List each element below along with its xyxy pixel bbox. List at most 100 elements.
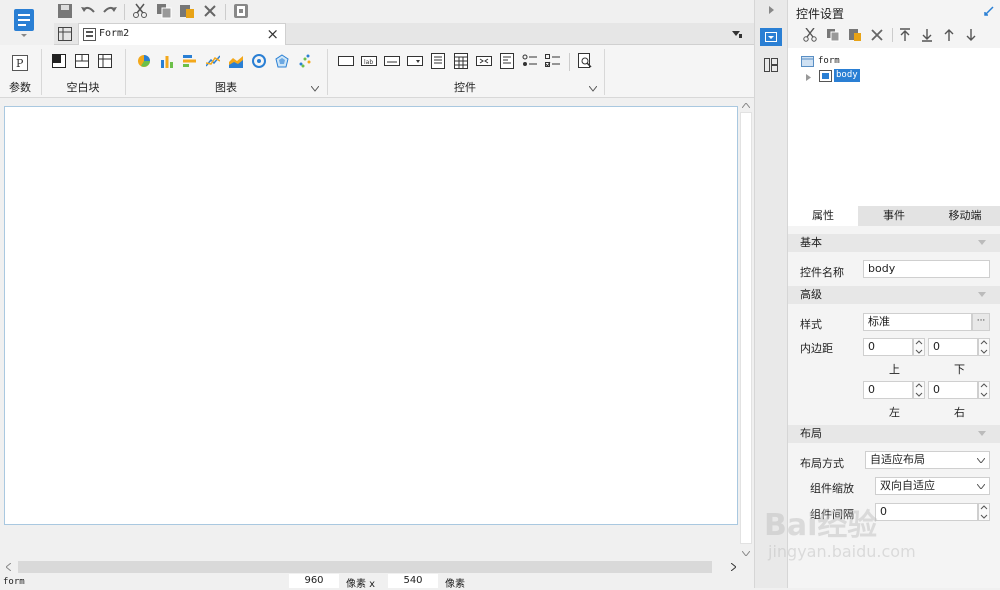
radio-group-control-icon[interactable] <box>521 52 539 70</box>
padding-top-input[interactable]: 0 <box>863 338 913 356</box>
gauge-chart-icon[interactable] <box>250 52 268 70</box>
move-bottom-icon[interactable] <box>919 27 935 43</box>
area-chart-icon[interactable] <box>227 52 245 70</box>
padding-left-input[interactable]: 0 <box>863 381 913 399</box>
scroll-down-icon[interactable] <box>741 548 751 558</box>
param-button[interactable]: P <box>11 54 29 72</box>
section-layout[interactable]: 布局 <box>788 425 1000 443</box>
control-group-label: 控件 <box>454 81 476 94</box>
scatter-chart-icon[interactable] <box>296 52 314 70</box>
widget-settings-tab-icon[interactable] <box>760 28 782 46</box>
widget-name-input[interactable]: body <box>863 260 990 278</box>
canvas-width-input[interactable]: 960 <box>289 574 339 588</box>
delete-icon[interactable] <box>200 2 220 20</box>
layout-mode-select[interactable]: 自适应布局 <box>865 451 990 469</box>
status-bar: form 960 像素 x 540 像素 <box>0 574 788 590</box>
chevron-down-icon[interactable] <box>310 84 320 94</box>
section-advanced[interactable]: 高级 <box>788 286 1000 304</box>
delete-icon[interactable] <box>869 27 885 43</box>
padding-left-caption: 左 <box>889 406 900 419</box>
grid-icon[interactable] <box>56 25 74 43</box>
gap-stepper[interactable] <box>978 503 990 521</box>
tab-form2[interactable]: Form2 × <box>78 23 286 45</box>
padding-top-stepper[interactable] <box>913 338 925 356</box>
scroll-right-icon[interactable] <box>728 562 738 572</box>
app-menu-icon[interactable] <box>8 4 40 42</box>
horizontal-bar-icon[interactable] <box>181 52 199 70</box>
horizontal-scroll-thumb[interactable] <box>18 561 712 573</box>
ribbon: P 参数 空白块 图表 lab 控件 <box>0 45 754 98</box>
line-chart-icon[interactable] <box>204 52 222 70</box>
component-library-tab-icon[interactable] <box>761 56 781 74</box>
blank-block-solid-icon[interactable] <box>50 52 68 70</box>
padding-right-input[interactable]: 0 <box>928 381 978 399</box>
padding-right-stepper[interactable] <box>978 381 990 399</box>
document-tab-bar: Form2 × <box>54 23 754 45</box>
label-control-icon[interactable]: lab <box>360 52 378 70</box>
control-group: lab 控件 <box>328 45 602 98</box>
bar-chart-icon[interactable] <box>158 52 176 70</box>
style-input[interactable]: 标准 <box>863 313 972 331</box>
collapse-arrow-icon[interactable] <box>766 5 776 15</box>
radar-chart-icon[interactable] <box>273 52 291 70</box>
paste-icon[interactable] <box>847 27 863 43</box>
date-control-icon[interactable] <box>452 52 470 70</box>
blank-group: 空白块 <box>42 45 124 98</box>
blank-block-grid-icon[interactable] <box>96 52 114 70</box>
blank-block-split-icon[interactable] <box>73 52 91 70</box>
redo-icon[interactable] <box>100 2 120 20</box>
chevron-down-icon <box>977 484 985 489</box>
scroll-left-icon[interactable] <box>3 562 13 572</box>
scale-select[interactable]: 双向自适应 <box>875 477 990 495</box>
scroll-up-icon[interactable] <box>741 100 751 110</box>
padding-right-caption: 右 <box>954 406 965 419</box>
tab-dropdown-icon[interactable] <box>729 26 745 42</box>
checkbox-group-control-icon[interactable] <box>544 52 562 70</box>
chart-group: 图表 <box>126 45 326 98</box>
undo-icon[interactable] <box>78 2 98 20</box>
section-layout-title: 布局 <box>800 427 822 440</box>
text-input-control-icon[interactable] <box>383 52 401 70</box>
number-control-icon[interactable] <box>475 52 493 70</box>
side-strip <box>754 0 788 588</box>
section-basic[interactable]: 基本 <box>788 234 1000 252</box>
tree-expand-icon[interactable] <box>804 73 812 81</box>
button-control-icon[interactable] <box>337 52 355 70</box>
save-icon[interactable] <box>55 2 75 20</box>
textarea-control-icon[interactable] <box>498 52 516 70</box>
pin-icon[interactable] <box>983 5 995 17</box>
padding-left-stepper[interactable] <box>913 381 925 399</box>
tab-mobile[interactable]: 移动端 <box>930 206 1000 226</box>
tree-node-body-label: body <box>834 69 860 82</box>
template-icon[interactable] <box>231 2 251 20</box>
gap-input[interactable]: 0 <box>875 503 978 521</box>
copy-icon[interactable] <box>154 2 174 20</box>
cut-icon[interactable] <box>802 27 818 43</box>
padding-bottom-input[interactable]: 0 <box>928 338 978 356</box>
param-group-label: 参数 <box>9 81 31 94</box>
chevron-down-icon <box>978 431 986 436</box>
move-down-icon[interactable] <box>963 27 979 43</box>
paste-icon[interactable] <box>177 2 197 20</box>
vertical-scrollbar[interactable] <box>738 98 754 560</box>
dropdown-control-icon[interactable] <box>406 52 424 70</box>
style-more-button[interactable]: ··· <box>972 313 990 331</box>
chevron-down-icon <box>978 240 986 245</box>
copy-icon[interactable] <box>825 27 841 43</box>
form-canvas[interactable] <box>4 106 738 525</box>
move-top-icon[interactable] <box>897 27 913 43</box>
move-up-icon[interactable] <box>941 27 957 43</box>
pie-chart-icon[interactable] <box>135 52 153 70</box>
tab-properties[interactable]: 属性 <box>788 206 858 226</box>
toolbar-divider <box>225 4 226 20</box>
vertical-scroll-thumb[interactable] <box>740 112 752 544</box>
horizontal-scrollbar[interactable] <box>0 560 754 574</box>
chevron-down-icon[interactable] <box>588 84 598 94</box>
canvas-height-input[interactable]: 540 <box>388 574 438 588</box>
list-control-icon[interactable] <box>429 52 447 70</box>
search-control-icon[interactable] <box>576 52 594 70</box>
tab-events[interactable]: 事件 <box>858 206 930 226</box>
tab-close-button[interactable]: × <box>266 25 279 43</box>
cut-icon[interactable] <box>130 2 150 20</box>
padding-bottom-stepper[interactable] <box>978 338 990 356</box>
